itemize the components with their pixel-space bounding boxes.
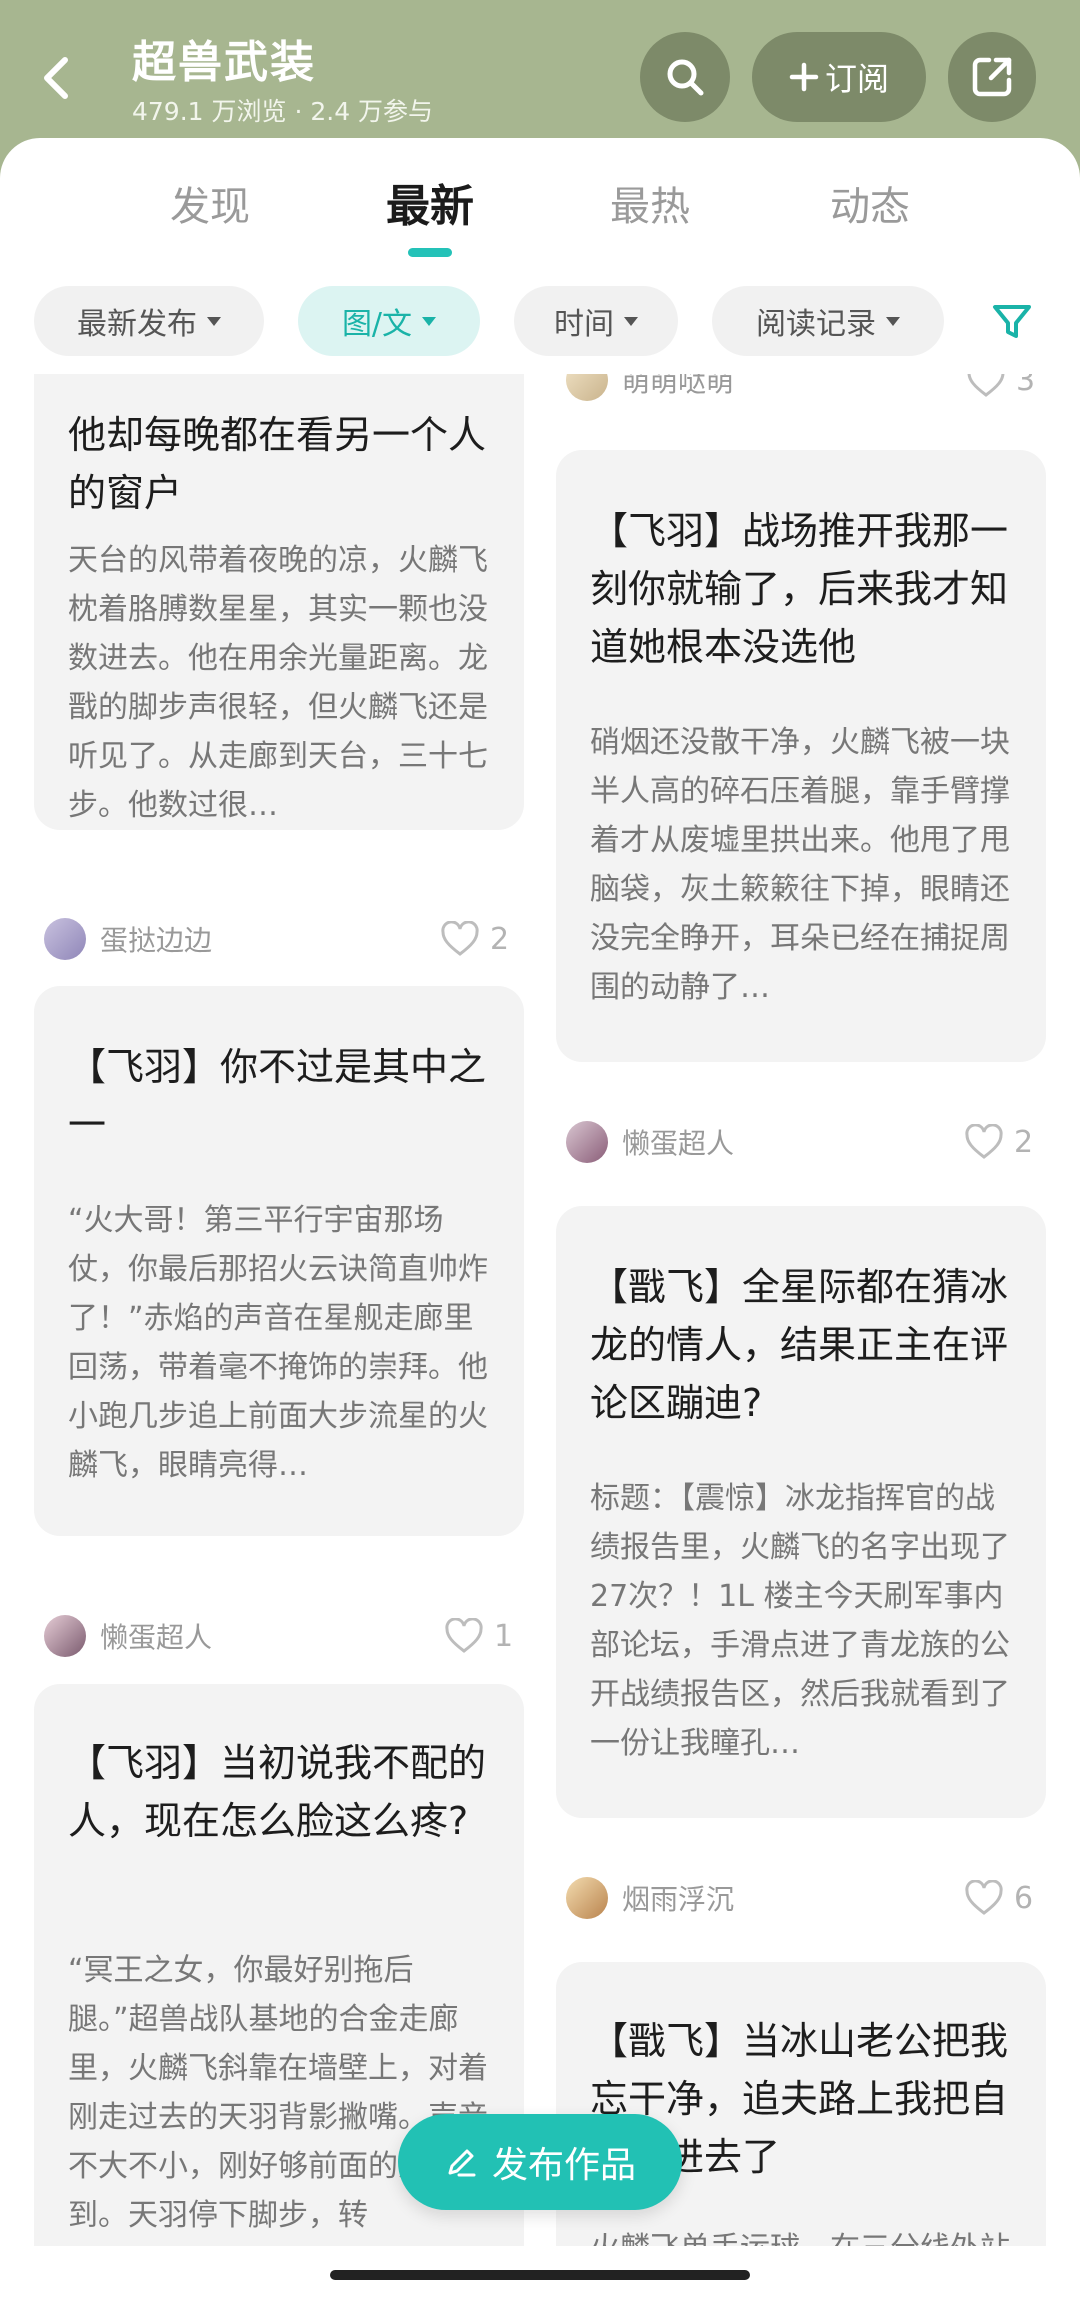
tab-latest[interactable]: 最新 (386, 170, 474, 234)
tab-bar: 发现 最新 最热 动态 (0, 138, 1080, 268)
heart-icon (967, 374, 1005, 397)
post-feed: 他却每晚都在看另一个人的窗户 天台的风带着夜晚的凉，火麟飞枕着胳膊数星星，其实一… (0, 374, 1080, 2246)
top-header: 超兽武装 479.1 万浏览 · 2.4 万参与 订阅 (0, 0, 1080, 150)
post-author-row[interactable]: 懒蛋超人 (566, 1116, 734, 1168)
like-count: 1 (494, 1618, 514, 1654)
filter-type[interactable]: 图/文 (298, 286, 480, 356)
post-card[interactable]: 他却每晚都在看另一个人的窗户 天台的风带着夜晚的凉，火麟飞枕着胳膊数星星，其实一… (34, 374, 524, 830)
post-title: 他却每晚都在看另一个人的窗户 (68, 413, 487, 515)
tab-indicator (408, 248, 452, 257)
subscribe-button[interactable]: 订阅 (752, 32, 926, 122)
caret-down-icon (207, 316, 221, 326)
like-button[interactable]: 1 (444, 1610, 513, 1662)
tab-discover[interactable]: 发现 (170, 174, 250, 232)
like-count: 6 (1014, 1880, 1034, 1916)
home-indicator (330, 2270, 750, 2280)
avatar (566, 1877, 608, 1919)
back-button[interactable] (28, 42, 84, 114)
post-excerpt: 硝烟还没散干净，火麟飞被一块半人高的碎石压着腿，靠手臂撑着才从废墟里拱出来。他甩… (590, 725, 1010, 1005)
search-button[interactable] (640, 32, 730, 122)
post-author-row[interactable]: 蛋挞边边 (44, 913, 212, 965)
post-card[interactable]: 【戬飞】全星际都在猜冰龙的情人，结果正主在评论区蹦迪? 标题：【震惊】冰龙指挥官… (556, 1206, 1046, 1818)
post-card[interactable]: 【飞羽】你不过是其中之一 “火大哥！第三平行宇宙那场仗，你最后那招火云诀简直帅炸… (34, 986, 524, 1536)
filter-funnel-icon[interactable] (990, 300, 1034, 344)
like-count: 2 (490, 921, 510, 957)
tab-activity[interactable]: 动态 (830, 174, 910, 232)
post-title: 【飞羽】你不过是其中之一 (68, 1045, 487, 1147)
author-name: 烟雨浮沉 (622, 1883, 735, 1916)
author-name: 懒蛋超人 (622, 1127, 735, 1160)
avatar (566, 374, 608, 401)
like-count: 3 (1016, 374, 1036, 398)
post-excerpt: 天台的风带着夜晚的凉，火麟飞枕着胳膊数星星，其实一颗也没数进去。他在用余光量距离… (68, 543, 488, 823)
heart-icon (441, 921, 479, 956)
heart-icon (445, 1618, 483, 1653)
post-title: 【飞羽】当初说我不配的人，现在怎么脸这么疼? (68, 1741, 487, 1843)
post-author-row[interactable]: 烟雨浮沉 (566, 1872, 734, 1924)
post-author-row[interactable]: 懒蛋超人 (44, 1610, 212, 1662)
back-arrow-icon (44, 57, 68, 99)
heart-icon (965, 1124, 1003, 1159)
filter-time-label: 时间 (554, 307, 614, 342)
page-stats: 479.1 万浏览 · 2.4 万参与 (132, 97, 434, 126)
filter-type-label: 图/文 (341, 307, 413, 342)
author-name: 懒蛋超人 (100, 1621, 213, 1654)
post-title: 【飞羽】战场推开我那一刻你就输了，后来我才知道她根本没选他 (590, 509, 1009, 669)
caret-down-icon (886, 316, 900, 326)
search-icon (667, 59, 704, 96)
subscribe-label: 订阅 (824, 60, 889, 98)
publish-button[interactable]: 发布作品 (398, 2114, 682, 2210)
post-title: 【戬飞】全星际都在猜冰龙的情人，结果正主在评论区蹦迪? (590, 1265, 1009, 1425)
like-button[interactable]: 2 (440, 913, 509, 965)
filter-sort-label: 最新发布 (77, 307, 197, 342)
author-name: 萌萌哒萌 (622, 374, 735, 398)
filter-bar: 最新发布 图/文 时间 阅读记录 (0, 286, 1080, 358)
tab-hottest[interactable]: 最热 (610, 174, 690, 232)
plus-icon (789, 62, 819, 92)
author-name: 蛋挞边边 (100, 924, 213, 957)
filter-sort[interactable]: 最新发布 (34, 286, 264, 356)
post-excerpt: “火大哥！第三平行宇宙那场仗，你最后那招火云诀简直帅炸了！”赤焰的声音在星舰走廊… (68, 1203, 488, 1483)
avatar (44, 1615, 86, 1657)
filter-time[interactable]: 时间 (514, 286, 678, 356)
share-icon (972, 57, 1012, 97)
filter-reading-history[interactable]: 阅读记录 (712, 286, 944, 356)
publish-label: 发布作品 (491, 2145, 636, 2186)
caret-down-icon (422, 316, 437, 326)
avatar (566, 1121, 608, 1163)
filter-reading-history-label: 阅读记录 (756, 307, 876, 342)
post-excerpt: 标题：【震惊】冰龙指挥官的战绩报告里，火麟飞的名字出现了27次？！1L 楼主今天… (590, 1481, 1010, 1761)
heart-icon (965, 1880, 1003, 1915)
like-button[interactable]: 3 (966, 374, 1035, 406)
pen-icon (448, 2149, 476, 2177)
caret-down-icon (624, 316, 638, 326)
like-button[interactable]: 2 (964, 1116, 1033, 1168)
post-excerpt: 火麟飞单手运球，在三分线外站定，眯眼看向篮筐。 (590, 2224, 1016, 2246)
like-button[interactable]: 6 (964, 1872, 1033, 1924)
post-card[interactable]: 【飞羽】战场推开我那一刻你就输了，后来我才知道她根本没选他 硝烟还没散干净，火麟… (556, 450, 1046, 1062)
share-button[interactable] (948, 32, 1036, 122)
post-author-row[interactable]: 萌萌哒萌 (566, 374, 734, 406)
avatar (44, 918, 86, 960)
like-count: 2 (1014, 1124, 1034, 1160)
content-panel: 发现 最新 最热 动态 最新发布 图/文 时间 阅读记录 他却每晚都在看另一个人… (0, 138, 1080, 2297)
page-title: 超兽武装 (132, 37, 316, 88)
